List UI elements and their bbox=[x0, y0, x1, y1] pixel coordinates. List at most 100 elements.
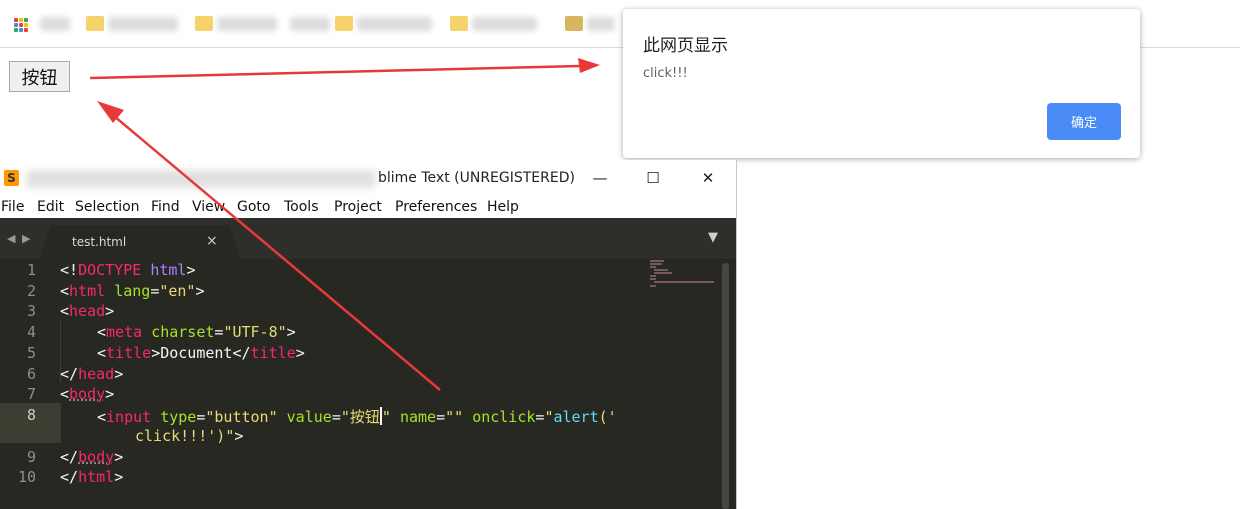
line-number: 2 bbox=[26, 282, 36, 300]
line-number: 7 bbox=[26, 385, 36, 403]
line-number: 6 bbox=[26, 365, 36, 383]
sublime-logo-icon: S bbox=[4, 170, 19, 186]
menu-file[interactable]: File bbox=[1, 199, 24, 215]
code-line-1: <!DOCTYPE html> bbox=[60, 261, 195, 279]
bookmark-folder[interactable] bbox=[565, 14, 615, 36]
menu-view[interactable]: View bbox=[192, 199, 225, 215]
code-line-5: <title>Document</title> bbox=[97, 344, 305, 362]
token: > bbox=[151, 344, 161, 362]
token: DOCTYPE bbox=[78, 261, 142, 279]
menu-edit[interactable]: Edit bbox=[37, 199, 64, 215]
token: > bbox=[105, 302, 115, 320]
token: "en" bbox=[159, 282, 196, 300]
bookmark-item[interactable] bbox=[290, 14, 335, 36]
token: body bbox=[78, 448, 115, 466]
folder-icon bbox=[565, 16, 583, 31]
token: < bbox=[97, 323, 107, 341]
token: title bbox=[250, 344, 296, 362]
line-number: 3 bbox=[26, 302, 36, 320]
menu-help[interactable]: Help bbox=[487, 199, 519, 215]
arrowhead bbox=[578, 58, 600, 73]
line-number: 1 bbox=[26, 261, 36, 279]
alert-ok-button[interactable]: 确定 bbox=[1047, 103, 1121, 140]
tab-prev-icon[interactable]: ◀ bbox=[7, 232, 15, 245]
bookmark-folder[interactable] bbox=[86, 14, 181, 36]
folder-icon bbox=[335, 16, 353, 31]
line-number: 5 bbox=[26, 344, 36, 362]
token: = bbox=[436, 408, 446, 426]
token: head bbox=[69, 302, 106, 320]
menu-selection[interactable]: Selection bbox=[75, 199, 140, 215]
arrow-to-alert bbox=[89, 64, 581, 80]
token: = bbox=[331, 408, 341, 426]
token: > bbox=[114, 365, 124, 383]
folder-icon bbox=[450, 16, 468, 31]
token: type bbox=[160, 408, 197, 426]
menu-preferences[interactable]: Preferences bbox=[395, 199, 477, 215]
minimap[interactable] bbox=[648, 259, 718, 289]
line-number: 9 bbox=[26, 448, 36, 466]
token: value bbox=[286, 408, 332, 426]
menu-goto[interactable]: Goto bbox=[237, 199, 270, 215]
token: > bbox=[114, 468, 124, 486]
indent-guide bbox=[60, 403, 61, 443]
apps-grid-icon[interactable] bbox=[14, 18, 28, 32]
page-button[interactable]: 按钮 bbox=[9, 61, 70, 92]
alert-dialog: 此网页显示 click!!! 确定 bbox=[623, 9, 1140, 158]
line-number: 10 bbox=[17, 468, 36, 486]
token: > bbox=[286, 323, 296, 341]
code-line-8-wrap: click!!!')"> bbox=[135, 427, 243, 445]
bookmark-item[interactable] bbox=[40, 14, 70, 36]
window-title: blime Text (UNREGISTERED) bbox=[378, 170, 575, 186]
token: < bbox=[60, 302, 70, 320]
tab-dropdown-icon[interactable]: ▼ bbox=[708, 230, 718, 245]
tab-next-icon[interactable]: ▶ bbox=[22, 232, 30, 245]
token: "button" bbox=[205, 408, 278, 426]
arrowhead bbox=[97, 101, 124, 123]
title-redacted bbox=[26, 170, 376, 188]
token: < bbox=[97, 408, 107, 426]
menu-bar: File Edit Selection Find View Goto Tools… bbox=[0, 196, 736, 218]
token: <! bbox=[60, 261, 79, 279]
tab-bar: ◀ ▶ test.html × ▼ bbox=[0, 218, 736, 259]
bookmark-folder[interactable] bbox=[195, 14, 280, 36]
token: > bbox=[195, 282, 205, 300]
token: </ bbox=[60, 448, 79, 466]
token: (' bbox=[598, 408, 617, 426]
bookmark-folder[interactable] bbox=[335, 14, 435, 36]
menu-project[interactable]: Project bbox=[334, 199, 382, 215]
code-line-4: <meta charset="UTF-8"> bbox=[97, 323, 296, 341]
minimize-button[interactable]: — bbox=[580, 164, 620, 192]
token: body bbox=[69, 385, 106, 403]
token: click!!!') bbox=[135, 427, 226, 445]
menu-tools[interactable]: Tools bbox=[284, 199, 319, 215]
token: > bbox=[186, 261, 196, 279]
token: title bbox=[106, 344, 152, 362]
token: "UTF-8" bbox=[223, 323, 287, 341]
token: > bbox=[295, 344, 305, 362]
title-bar[interactable]: S blime Text (UNREGISTERED) — ☐ ✕ bbox=[0, 160, 736, 196]
token: > bbox=[114, 448, 124, 466]
code-line-7: <body> bbox=[60, 385, 114, 403]
token: </ bbox=[232, 344, 251, 362]
token: lang bbox=[114, 282, 151, 300]
menu-find[interactable]: Find bbox=[151, 199, 180, 215]
vertical-scrollbar[interactable] bbox=[722, 263, 729, 509]
bookmark-folder[interactable] bbox=[450, 14, 540, 36]
tab-close-icon[interactable]: × bbox=[206, 233, 218, 249]
close-window-button[interactable]: ✕ bbox=[688, 164, 728, 192]
token: < bbox=[60, 385, 70, 403]
token: = bbox=[150, 282, 160, 300]
code-editor[interactable]: 1 2 3 4 5 6 7 8 9 10 <!DOCTYPE html> <ht… bbox=[0, 259, 736, 509]
tab-test-html[interactable]: test.html × bbox=[48, 225, 238, 259]
folder-icon bbox=[86, 16, 104, 31]
token: </ bbox=[60, 365, 79, 383]
folder-icon bbox=[195, 16, 213, 31]
maximize-button[interactable]: ☐ bbox=[633, 164, 673, 192]
tab-label: test.html bbox=[72, 235, 127, 249]
line-gutter: 1 2 3 4 5 6 7 8 9 10 bbox=[0, 259, 44, 509]
token: head bbox=[78, 365, 115, 383]
